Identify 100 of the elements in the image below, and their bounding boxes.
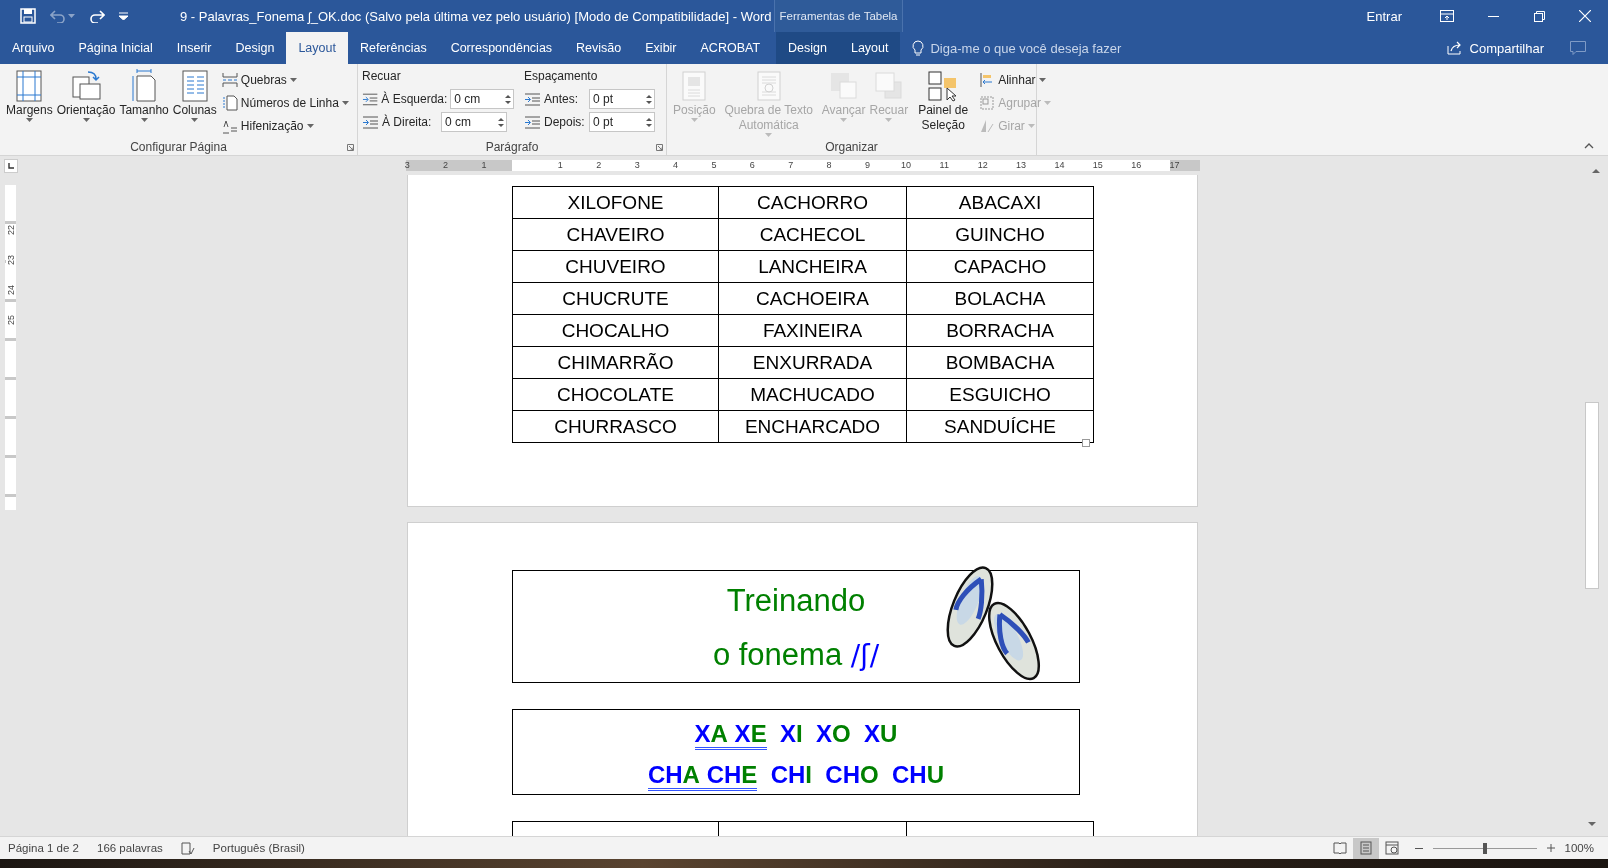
ruler-number: 15 bbox=[1092, 160, 1103, 170]
group-label: Organizar bbox=[825, 139, 878, 154]
ribbon-button[interactable]: Hifenização bbox=[221, 116, 349, 135]
field-label: Depois: bbox=[544, 115, 586, 129]
table-cell: ESGUICHO bbox=[949, 383, 1051, 405]
caret-icon bbox=[885, 118, 893, 122]
redo-icon bbox=[89, 9, 105, 23]
caret-icon bbox=[68, 14, 75, 18]
scrollbar-thumb[interactable] bbox=[1584, 402, 1599, 589]
contextual-tab-label: Ferramentas de Tabela bbox=[779, 10, 898, 22]
proofing-icon bbox=[180, 841, 195, 855]
ruler-number: 2 bbox=[596, 160, 602, 170]
table-cell: CHOCALHO bbox=[561, 319, 670, 341]
ribbon-button[interactable]: Alinhar bbox=[979, 70, 1051, 89]
ribbon-tab[interactable]: Layout bbox=[286, 32, 348, 64]
spacing-after-icon bbox=[524, 115, 541, 129]
syllable: CHO bbox=[825, 761, 879, 788]
ribbon-tab[interactable]: Exibir bbox=[633, 32, 689, 64]
table-cell: CHIMARRÃO bbox=[557, 351, 674, 373]
ribbon-tab[interactable]: Inserir bbox=[164, 32, 224, 64]
page-count[interactable]: Página 1 de 2 bbox=[8, 842, 79, 854]
ribbon-button[interactable]: Margens bbox=[4, 67, 55, 138]
ribbon-button[interactable]: Painel de Seleção bbox=[910, 67, 977, 138]
caret-icon bbox=[1043, 100, 1051, 105]
ribbon-tab[interactable]: Página Inicial bbox=[66, 32, 165, 64]
slider-thumb[interactable] bbox=[1482, 842, 1487, 854]
caret-icon bbox=[765, 133, 773, 137]
minimize-icon bbox=[1487, 15, 1499, 17]
ribbon-tab[interactable]: Layout bbox=[838, 32, 901, 64]
ruler-number: 10 bbox=[900, 160, 911, 170]
ribbon-tab[interactable]: Revisão bbox=[564, 32, 634, 64]
syllable: CHI bbox=[770, 761, 812, 788]
language-indicator[interactable]: Português (Brasil) bbox=[212, 842, 305, 854]
ribbon-button[interactable]: Números de Linha bbox=[221, 93, 349, 112]
scroll-up-icon bbox=[1592, 168, 1600, 173]
ruler-number: 14 bbox=[1054, 160, 1065, 170]
table-cell: BORRACHA bbox=[946, 319, 1054, 341]
orientation-icon bbox=[70, 69, 103, 103]
syllable: CHU bbox=[892, 761, 945, 788]
print-layout-icon bbox=[1358, 841, 1373, 855]
dialog-launcher-icon bbox=[347, 144, 354, 151]
spin-down-icon bbox=[505, 100, 511, 104]
share-icon bbox=[1446, 41, 1463, 55]
table-cell: ENXURRADA bbox=[752, 351, 873, 373]
save-icon bbox=[20, 8, 36, 24]
ribbon-tab[interactable]: Referências bbox=[347, 32, 439, 64]
ruler-number: 17 bbox=[1169, 160, 1180, 170]
title-text: o fonema bbox=[712, 637, 843, 672]
zoom-in-icon bbox=[1546, 844, 1555, 852]
share-button[interactable]: Compartilhar bbox=[1469, 40, 1544, 56]
sign-in-link[interactable]: Entrar bbox=[1366, 8, 1402, 24]
tell-me-field[interactable]: Diga-me o que você deseja fazer bbox=[930, 40, 1122, 56]
syllable: XU bbox=[864, 720, 898, 747]
ruler-number: 16 bbox=[1131, 160, 1142, 170]
ribbon-button[interactable]: Quebras bbox=[221, 70, 349, 89]
ribbon-tab[interactable]: Correspondências bbox=[438, 32, 565, 64]
spacing-before-icon bbox=[524, 92, 541, 106]
view-button[interactable] bbox=[1352, 837, 1379, 859]
spin-up-icon bbox=[646, 94, 652, 98]
syllable: CHA bbox=[647, 761, 700, 791]
tab-stop-icon bbox=[8, 162, 14, 169]
ribbon-button[interactable]: Colunas bbox=[170, 67, 219, 138]
number-field[interactable]: 0 pt bbox=[589, 112, 655, 132]
table-cell: CHAVEIRO bbox=[566, 223, 665, 245]
number-field[interactable]: 0 cm bbox=[441, 112, 507, 132]
word-count[interactable]: 166 palavras bbox=[97, 842, 163, 854]
ribbon-tab[interactable]: Arquivo bbox=[0, 32, 67, 64]
number-field[interactable]: 0 pt bbox=[589, 89, 655, 109]
table-cell: CACHORRO bbox=[757, 191, 868, 213]
ribbon-tab[interactable]: Design bbox=[223, 32, 287, 64]
read-mode-icon bbox=[1332, 841, 1347, 855]
ruler-number: 13 bbox=[1016, 160, 1027, 170]
ribbon-button[interactable]: Orientação bbox=[54, 67, 118, 138]
phoneme-symbol: /ʃ/ bbox=[850, 639, 880, 672]
syllable: CHE bbox=[706, 761, 758, 791]
scroll-down-icon bbox=[1587, 822, 1596, 827]
ribbon-tab[interactable]: Design bbox=[776, 32, 839, 64]
tab-selector[interactable] bbox=[4, 158, 18, 173]
table-cell: XILOFONE bbox=[567, 191, 664, 213]
collapse-ribbon-icon bbox=[1584, 143, 1594, 149]
table-cell: SANDUÍCHE bbox=[944, 415, 1056, 437]
customize-icon bbox=[119, 12, 128, 20]
ribbon-button[interactable]: Tamanho bbox=[117, 67, 171, 138]
undo-icon bbox=[50, 9, 66, 23]
caret-icon bbox=[1027, 123, 1035, 128]
zoom-level[interactable]: 100% bbox=[1564, 842, 1594, 854]
table-resize-handle[interactable] bbox=[1082, 439, 1090, 447]
ruler-number: 12 bbox=[977, 160, 988, 170]
ribbon-tab[interactable]: ACROBAT bbox=[688, 32, 773, 64]
send-backward-icon bbox=[872, 70, 905, 102]
number-field[interactable]: 0 cm bbox=[450, 89, 514, 109]
group-label: Configurar Página bbox=[130, 139, 227, 154]
web-layout-icon bbox=[1384, 841, 1399, 855]
table-cell: CHUCRUTE bbox=[562, 287, 669, 309]
restore-icon bbox=[1533, 10, 1545, 22]
ruler-number: 2 bbox=[443, 160, 449, 170]
spin-down-icon bbox=[498, 123, 504, 127]
caret-icon bbox=[25, 118, 33, 122]
ruler-number: 24 bbox=[5, 285, 16, 296]
ruler-number: 1 bbox=[481, 160, 487, 170]
